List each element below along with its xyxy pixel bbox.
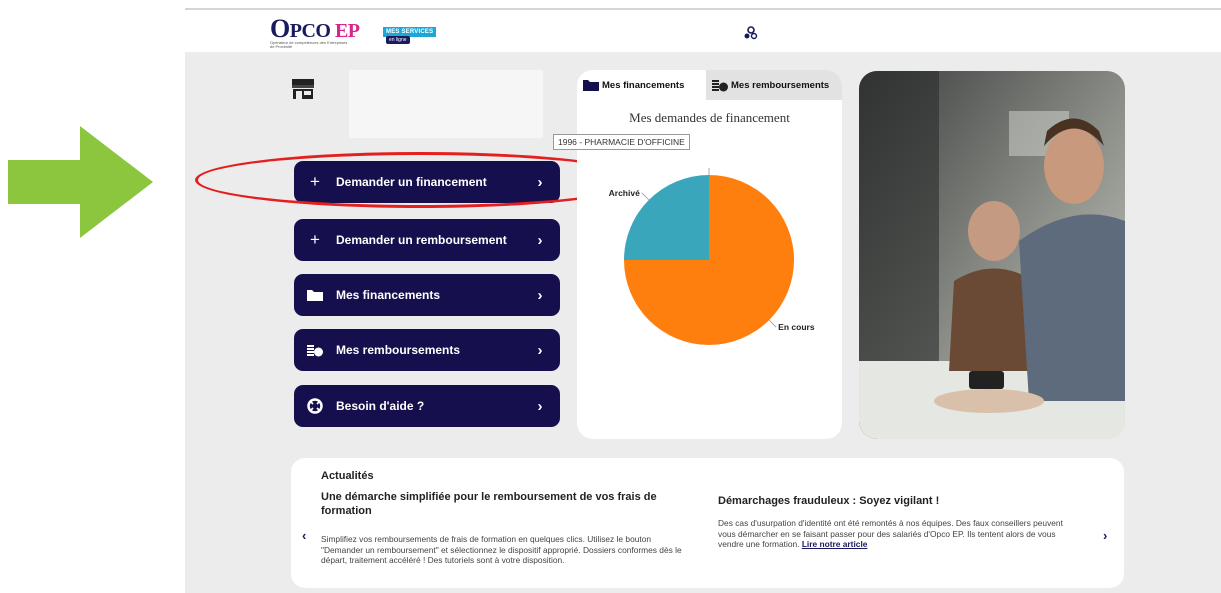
chevron-left-icon[interactable]: ‹ [302, 528, 306, 543]
mes-financements-button[interactable]: Mes financements › [294, 274, 560, 316]
pie-chart: En cours Archivé Brouillon [609, 168, 815, 345]
tab-mes-remboursements[interactable]: Mes remboursements [706, 70, 842, 100]
green-arrow-icon [8, 126, 153, 238]
besoin-aide-button[interactable]: Besoin d'aide ? › [294, 385, 560, 427]
logo-tagline: Opérateur de compétences des Entreprises… [270, 40, 348, 49]
top-bar: OPCO EP Opérateur de compétences des Ent… [185, 8, 1221, 52]
button-label: Mes financements [336, 288, 441, 302]
folder-icon [294, 289, 336, 301]
pie-label: Brouillon [670, 168, 707, 170]
chart-tabs: Mes financements Mes remboursements [577, 70, 842, 100]
demander-remboursement-button[interactable]: + Demander un remboursement › [294, 219, 560, 261]
plus-icon: + [310, 230, 320, 249]
chevron-right-icon: › [537, 397, 543, 415]
financing-chart-card: Mes financements Mes remboursements Mes … [577, 70, 842, 439]
button-label: Besoin d'aide ? [336, 399, 425, 413]
article-body: Simplifiez vos remboursements de frais d… [321, 534, 682, 565]
company-info-panel [349, 70, 543, 138]
pie-label: Archivé [609, 188, 640, 198]
tab-label: Mes remboursements [731, 79, 830, 91]
opco-ep-logo[interactable]: OPCO EP Opérateur de compétences des Ent… [270, 14, 360, 49]
coins-icon [294, 344, 336, 357]
article-body: Des cas d'usurpation d'identité ont été … [718, 518, 1076, 550]
tab-mes-financements[interactable]: Mes financements [577, 70, 706, 100]
article-body-text: Des cas d'usurpation d'identité ont été … [718, 518, 1063, 549]
read-article-link[interactable]: Lire notre article [802, 539, 868, 549]
app-window: OPCO EP Opérateur de compétences des Ent… [185, 8, 1221, 593]
meeting-photo [859, 71, 1125, 439]
article-title[interactable]: Une démarche simplifiée pour le rembours… [321, 490, 691, 518]
chart-title: Mes demandes de financement [629, 110, 790, 125]
button-label: Demander un remboursement [336, 233, 507, 247]
article-title[interactable]: Démarchages frauduleux : Soyez vigilant … [718, 494, 1078, 508]
pie-leader-line [768, 319, 777, 328]
chevron-right-icon[interactable]: › [1103, 528, 1107, 543]
company-tooltip: 1996 - PHARMACIE D'OFFICINE [553, 134, 690, 150]
store-icon [292, 79, 314, 99]
user-account-icon[interactable] [743, 26, 759, 40]
chevron-right-icon: › [537, 286, 543, 304]
pie-leader-line [641, 192, 650, 201]
en-ligne-badge: en ligne [386, 36, 410, 44]
news-heading: Actualités [321, 470, 374, 482]
logo-wordmark: OPCO EP [270, 14, 360, 43]
lifebuoy-icon [294, 398, 336, 414]
chevron-right-icon: › [537, 231, 543, 249]
news-carousel: Actualités ‹ Une démarche simplifiée pou… [291, 458, 1124, 588]
tab-label: Mes financements [602, 79, 685, 91]
folder-icon [583, 80, 599, 91]
button-label: Mes remboursements [336, 343, 461, 357]
coins-icon [712, 79, 728, 91]
chevron-right-icon: › [537, 341, 543, 359]
pie-label: En cours [778, 322, 815, 332]
mes-remboursements-button[interactable]: Mes remboursements › [294, 329, 560, 371]
